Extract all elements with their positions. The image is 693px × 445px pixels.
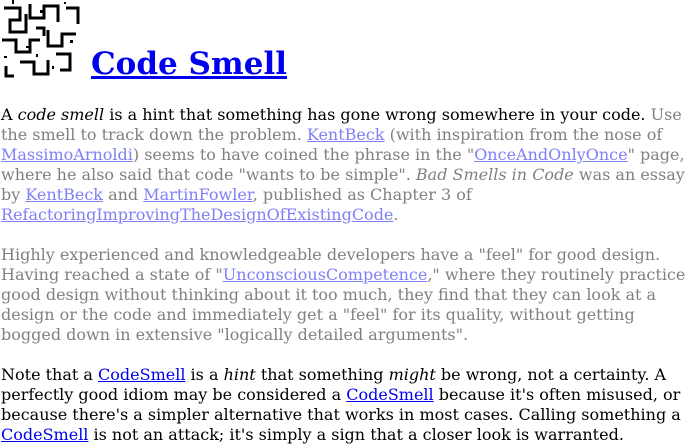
page-content: A code smell is a hint that something ha…	[1, 105, 693, 445]
faded-text-segment: (with inspiration from the nose of	[384, 125, 663, 144]
link-codesmell[interactable]: CodeSmell	[346, 385, 433, 404]
link-onceandonlyonce[interactable]: OnceAndOnlyOnce	[474, 145, 627, 164]
faded-text-segment: , published as Chapter 3 of	[252, 185, 472, 204]
link-refactoring-book[interactable]: RefactoringImprovingTheDesignOfExistingC…	[1, 205, 393, 224]
faded-emphasis: Bad Smells in Code	[415, 165, 574, 184]
note-emphasis: might	[388, 365, 436, 384]
intro-text: is a hint that something has gone wrong …	[104, 105, 646, 124]
link-codesmell[interactable]: CodeSmell	[98, 365, 185, 384]
paragraph-intro: A code smell is a hint that something ha…	[1, 105, 693, 225]
note-text: that something	[255, 365, 389, 384]
link-codesmell[interactable]: CodeSmell	[1, 425, 88, 444]
faded-text-segment: .	[393, 205, 399, 224]
intro-text: A	[1, 105, 18, 124]
note-text: is a	[185, 365, 224, 384]
link-kentbeck[interactable]: KentBeck	[307, 125, 385, 144]
paragraph-note: Note that a CodeSmell is a hint that som…	[1, 365, 693, 445]
note-emphasis: hint	[223, 365, 256, 384]
faded-text-segment: and	[102, 185, 144, 204]
paragraph-feel: Highly experienced and knowledgeable dev…	[1, 245, 693, 345]
faded-text-segment: ) seems to have coined the phrase in the…	[132, 145, 475, 164]
wiki-maze-logo[interactable]	[0, 0, 80, 78]
note-text: Note that a	[1, 365, 99, 384]
page-header: Code Smell	[0, 0, 693, 82]
link-massimoarnoldi[interactable]: MassimoArnoldi	[1, 145, 133, 164]
link-kentbeck[interactable]: KentBeck	[25, 185, 103, 204]
link-unconsciouscompetence[interactable]: UnconsciousCompetence	[223, 265, 428, 284]
link-martinfowler[interactable]: MartinFowler	[143, 185, 252, 204]
page-title-link[interactable]: Code Smell	[91, 44, 287, 84]
note-text: is not an attack; it's simply a sign tha…	[88, 425, 624, 444]
intro-emphasis: code smell	[17, 105, 105, 124]
